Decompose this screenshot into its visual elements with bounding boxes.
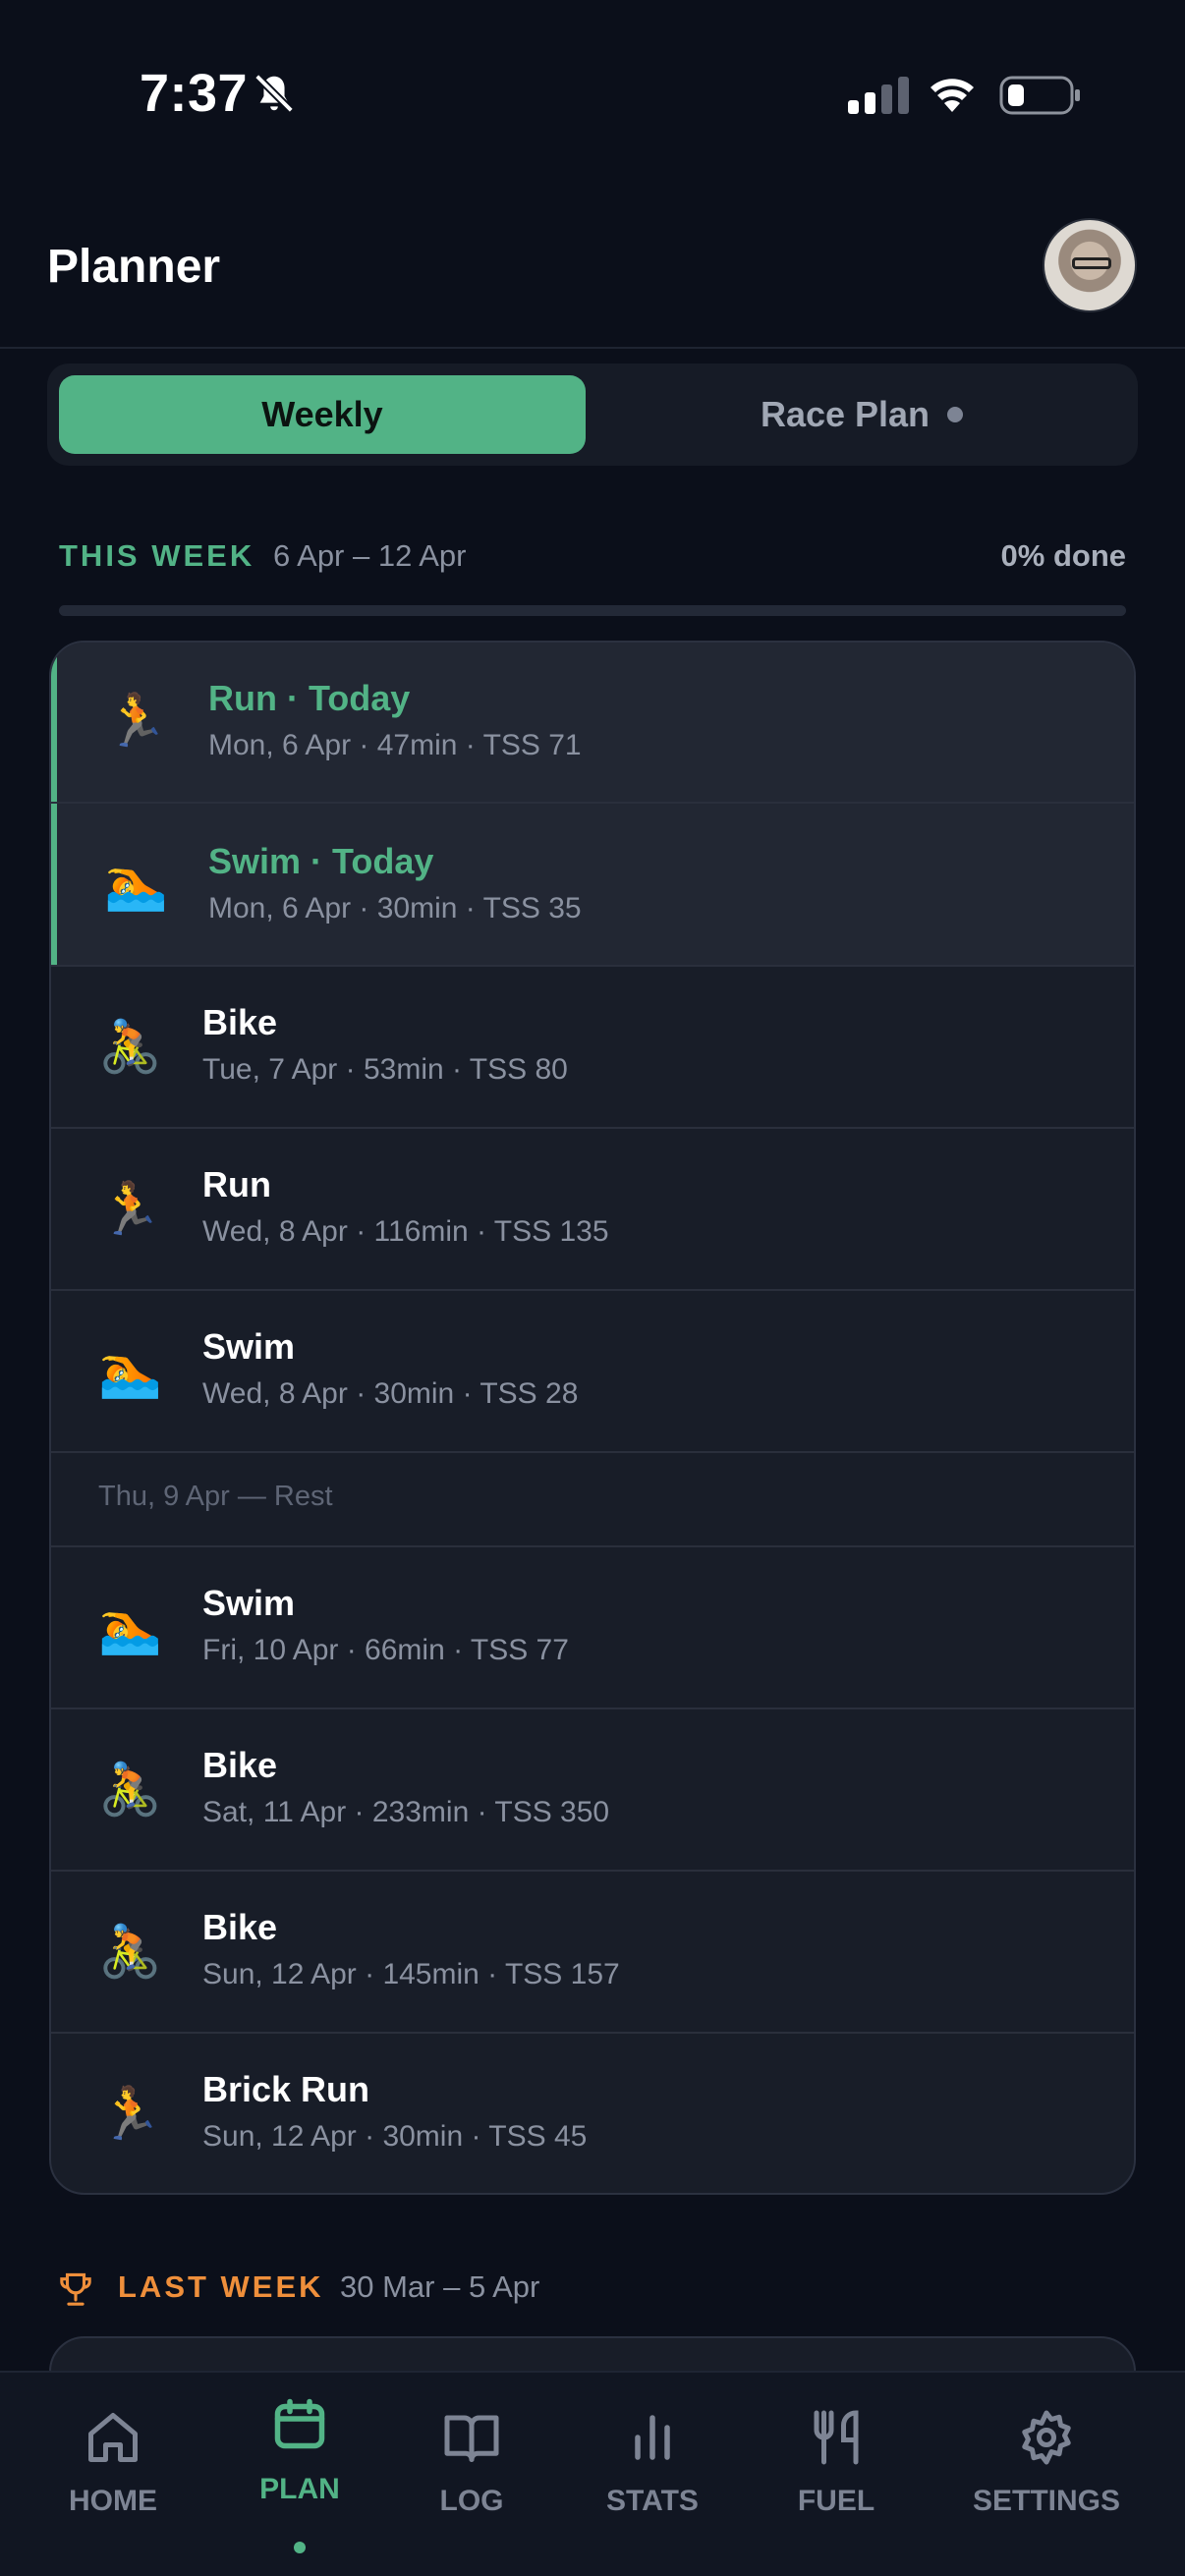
session-row-brick-run[interactable]: 🏃 Brick Run Sun, 12 Apr · 30min · TSS 45 [51, 2034, 1134, 2193]
session-details: Wed, 8 Apr · 116min · TSS 135 [202, 1215, 609, 1248]
swim-icon: 🏊 [98, 1599, 162, 1656]
rest-day-row: Thu, 9 Apr — Rest [51, 1453, 1134, 1547]
bar-chart-icon [635, 2415, 670, 2460]
session-row-bike[interactable]: 🚴 Bike Sun, 12 Apr · 145min · TSS 157 [51, 1872, 1134, 2034]
view-switcher: Weekly Race Plan [47, 364, 1138, 466]
rest-day-label: Thu, 9 Apr — Rest [98, 1481, 333, 1512]
page-title: Planner [47, 241, 221, 293]
tab-weekly[interactable]: Weekly [59, 375, 586, 454]
bike-icon: 🚴 [98, 1924, 162, 1981]
utensils-icon [814, 2410, 859, 2465]
swim-icon: 🏊 [104, 856, 168, 913]
session-details: Mon, 6 Apr · 47min · TSS 71 [208, 729, 582, 761]
session-title: Bike [202, 1907, 278, 1947]
wifi-icon [931, 79, 974, 112]
session-details: Sun, 12 Apr · 145min · TSS 157 [202, 1958, 620, 1990]
week-completion: 0% done [1000, 538, 1126, 573]
silent-mode-icon [254, 74, 294, 113]
nav-fuel[interactable]: FUEL [753, 2373, 920, 2576]
session-title: Run [202, 1164, 271, 1204]
trophy-icon [60, 2272, 91, 2306]
tab-race-plan-label: Race Plan [760, 394, 931, 434]
session-details: Sat, 11 Apr · 233min · TSS 350 [202, 1796, 610, 1828]
session-row-swim[interactable]: 🏊 Swim Wed, 8 Apr · 30min · TSS 28 [51, 1291, 1134, 1453]
session-title: Run · Today [208, 678, 411, 718]
home-icon [88, 2413, 138, 2462]
session-details: Sun, 12 Apr · 30min · TSS 45 [202, 2120, 588, 2153]
session-title: Swim [202, 1583, 296, 1623]
session-row-run[interactable]: 🏃 Run Wed, 8 Apr · 116min · TSS 135 [51, 1129, 1134, 1291]
battery-icon [999, 76, 1080, 115]
bike-icon: 🚴 [98, 1762, 162, 1819]
gear-icon [1022, 2410, 1071, 2465]
nav-settings-label: SETTINGS [972, 2485, 1120, 2517]
session-row-bike[interactable]: 🚴 Bike Tue, 7 Apr · 53min · TSS 80 [51, 967, 1134, 1129]
last-week-range: 30 Mar – 5 Apr [340, 2269, 540, 2304]
bottom-nav: HOME PLAN LOG STATS FUEL SETTINGS [0, 2371, 1185, 2576]
session-details: Wed, 8 Apr · 30min · TSS 28 [202, 1377, 579, 1410]
nav-fuel-label: FUEL [797, 2485, 875, 2517]
tab-race-plan[interactable]: Race Plan [597, 375, 1126, 454]
session-row-run-today[interactable]: 🏃 Run · Today Mon, 6 Apr · 47min · TSS 7… [51, 643, 1134, 804]
last-week-label: LAST WEEK [118, 2269, 324, 2304]
nav-plan[interactable]: PLAN [216, 2373, 383, 2576]
bike-icon: 🚴 [98, 1019, 162, 1076]
runner-icon: 🏃 [104, 693, 168, 750]
nav-settings[interactable]: SETTINGS [963, 2373, 1130, 2576]
last-week-header: LAST WEEK 30 Mar – 5 Apr [59, 2269, 1126, 2313]
session-title: Swim · Today [208, 841, 434, 881]
nav-home-label: HOME [69, 2485, 157, 2517]
session-row-bike[interactable]: 🚴 Bike Sat, 11 Apr · 233min · TSS 350 [51, 1709, 1134, 1872]
session-title: Brick Run [202, 2069, 370, 2109]
book-icon [444, 2415, 499, 2462]
session-details: Mon, 6 Apr · 30min · TSS 35 [208, 892, 582, 924]
session-title: Bike [202, 1745, 278, 1785]
nav-plan-label: PLAN [259, 2473, 340, 2505]
status-bar: 7:37 [0, 0, 1185, 196]
nav-stats-label: STATS [606, 2485, 699, 2517]
session-row-swim[interactable]: 🏊 Swim Fri, 10 Apr · 66min · TSS 77 [51, 1547, 1134, 1709]
avatar[interactable] [1043, 218, 1137, 312]
session-details: Tue, 7 Apr · 53min · TSS 80 [202, 1053, 568, 1086]
nav-log[interactable]: LOG [388, 2373, 555, 2576]
session-row-swim-today[interactable]: 🏊 Swim · Today Mon, 6 Apr · 30min · TSS … [51, 804, 1134, 967]
session-title: Swim [202, 1326, 296, 1367]
week-progress-bar [59, 605, 1126, 616]
this-week-label: THIS WEEK [59, 538, 255, 573]
session-title: Bike [202, 1002, 278, 1042]
status-time: 7:37 [140, 64, 249, 123]
session-list: 🏃 Run · Today Mon, 6 Apr · 47min · TSS 7… [49, 641, 1136, 2195]
session-details: Fri, 10 Apr · 66min · TSS 77 [202, 1634, 569, 1666]
notification-dot-icon [947, 407, 964, 422]
app-header: Planner [0, 196, 1185, 349]
calendar-icon [274, 2398, 325, 2449]
nav-home[interactable]: HOME [29, 2373, 197, 2576]
nav-log-label: LOG [439, 2485, 504, 2517]
nav-stats[interactable]: STATS [569, 2373, 736, 2576]
cellular-signal-icon [848, 77, 909, 114]
this-week-range: 6 Apr – 12 Apr [273, 538, 467, 573]
avatar-photo [1072, 257, 1111, 269]
swim-icon: 🏊 [98, 1343, 162, 1400]
runner-icon: 🏃 [98, 2086, 162, 2143]
runner-icon: 🏃 [98, 1181, 162, 1238]
this-week-header: THIS WEEK 6 Apr – 12 Apr 0% done [59, 538, 1126, 582]
active-indicator-dot [294, 2542, 306, 2553]
